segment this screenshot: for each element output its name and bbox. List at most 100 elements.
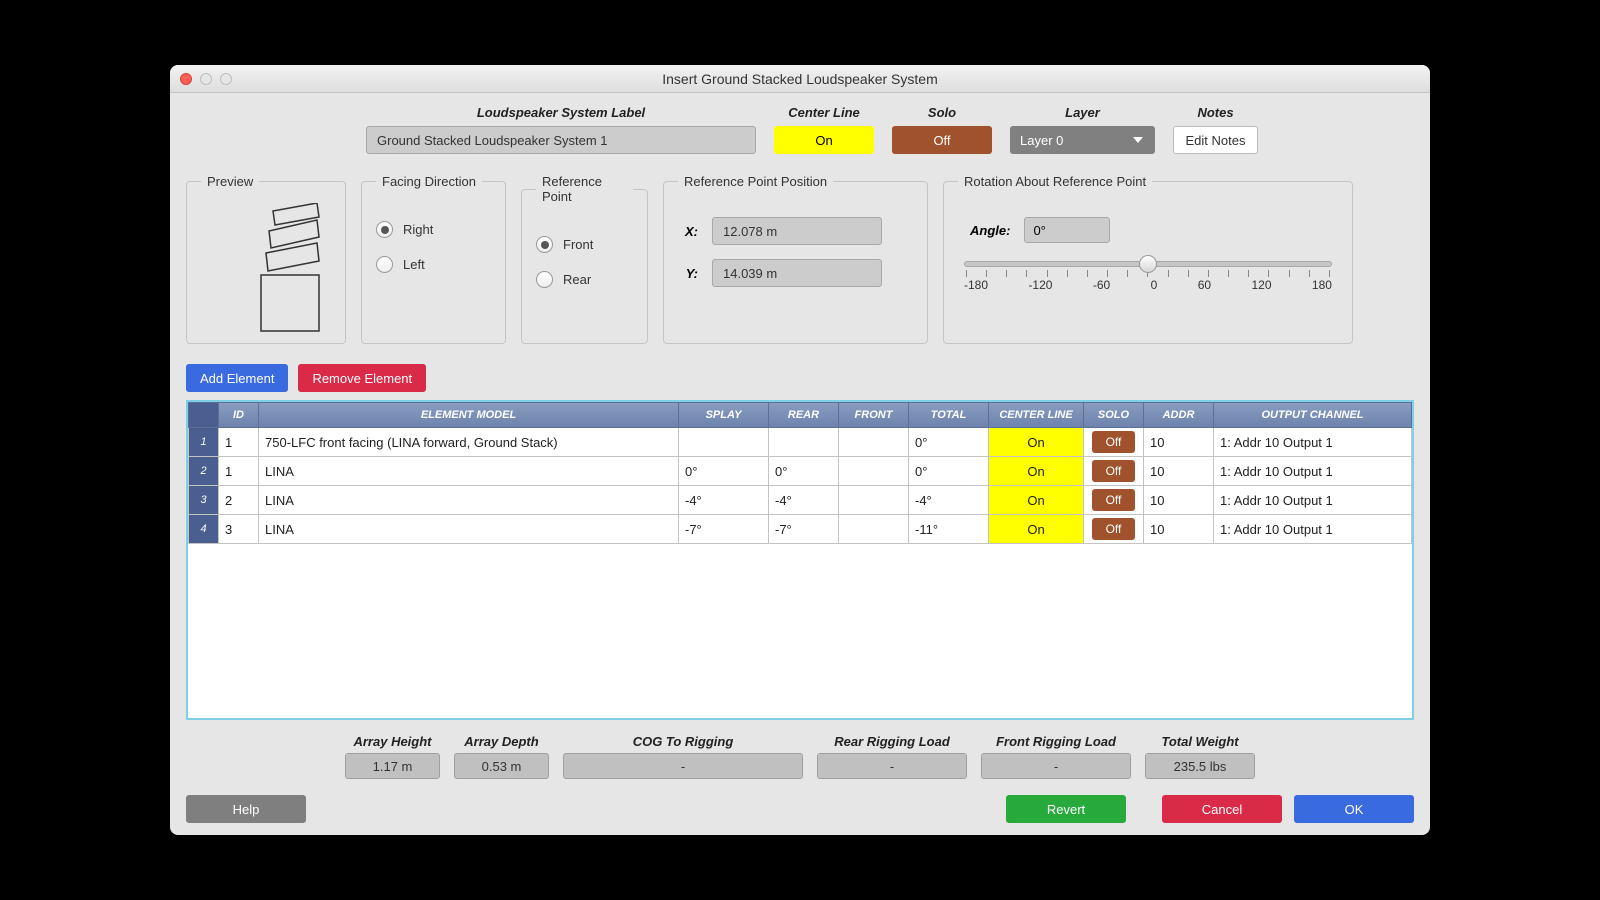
cell-model[interactable]: 750-LFC front facing (LINA forward, Grou…: [259, 428, 679, 457]
col-output[interactable]: OUTPUT CHANNEL: [1214, 403, 1412, 428]
col-front[interactable]: FRONT: [839, 403, 909, 428]
solo-toggle[interactable]: Off: [892, 126, 992, 154]
slider-tick-labels: -180-120-60060120180: [964, 278, 1332, 292]
cell-addr[interactable]: 10: [1144, 457, 1214, 486]
revert-button[interactable]: Revert: [1006, 795, 1126, 823]
remove-element-button[interactable]: Remove Element: [298, 364, 426, 392]
cell-addr[interactable]: 10: [1144, 428, 1214, 457]
array-height-value: 1.17 m: [345, 753, 440, 779]
cell-id[interactable]: 2: [219, 486, 259, 515]
cell-output[interactable]: 1: Addr 10 Output 1: [1214, 486, 1412, 515]
cell-output[interactable]: 1: Addr 10 Output 1: [1214, 457, 1412, 486]
angle-field[interactable]: 0°: [1024, 217, 1110, 243]
help-button[interactable]: Help: [186, 795, 306, 823]
elements-table: ID ELEMENT MODEL SPLAY REAR FRONT TOTAL …: [188, 402, 1412, 544]
table-header-row: ID ELEMENT MODEL SPLAY REAR FRONT TOTAL …: [189, 403, 1412, 428]
cell-model[interactable]: LINA: [259, 486, 679, 515]
centerline-column: Center Line On: [774, 105, 874, 154]
cell-rear[interactable]: [769, 428, 839, 457]
x-field[interactable]: 12.078 m: [712, 217, 882, 245]
facing-left-radio[interactable]: Left: [376, 256, 491, 273]
cell-total[interactable]: -4°: [909, 486, 989, 515]
cell-front[interactable]: [839, 486, 909, 515]
col-solo[interactable]: SOLO: [1084, 403, 1144, 428]
panels-row: Preview Facing Direction: [186, 174, 1414, 344]
preview-graphic: [201, 203, 331, 333]
label-column: Loudspeaker System Label Ground Stacked …: [366, 105, 756, 154]
cell-solo-toggle[interactable]: Off: [1084, 486, 1144, 515]
cell-centerline-toggle[interactable]: On: [989, 515, 1084, 544]
centerline-toggle[interactable]: On: [774, 126, 874, 154]
layer-heading: Layer: [1065, 105, 1100, 120]
cell-addr[interactable]: 10: [1144, 486, 1214, 515]
cell-front[interactable]: [839, 457, 909, 486]
cell-splay[interactable]: -4°: [679, 486, 769, 515]
cell-id[interactable]: 1: [219, 428, 259, 457]
cell-model[interactable]: LINA: [259, 515, 679, 544]
cell-centerline-toggle[interactable]: On: [989, 486, 1084, 515]
facing-panel: Facing Direction Right Left: [361, 174, 506, 344]
cell-rear[interactable]: -4°: [769, 486, 839, 515]
cell-output[interactable]: 1: Addr 10 Output 1: [1214, 428, 1412, 457]
radio-icon: [536, 271, 553, 288]
cell-front[interactable]: [839, 515, 909, 544]
x-label: X:: [678, 224, 698, 239]
refpoint-front-radio[interactable]: Front: [536, 236, 633, 253]
cell-solo-toggle[interactable]: Off: [1084, 457, 1144, 486]
y-field[interactable]: 14.039 m: [712, 259, 882, 287]
ok-button[interactable]: OK: [1294, 795, 1414, 823]
rotation-panel: Rotation About Reference Point Angle: 0°…: [943, 174, 1353, 344]
rotation-legend: Rotation About Reference Point: [958, 174, 1152, 189]
cell-solo-toggle[interactable]: Off: [1084, 515, 1144, 544]
row-number: 3: [189, 486, 219, 515]
cell-model[interactable]: LINA: [259, 457, 679, 486]
rear-load-value: -: [817, 753, 967, 779]
angle-slider[interactable]: -180-120-60060120180: [958, 261, 1338, 292]
col-total[interactable]: TOTAL: [909, 403, 989, 428]
cell-total[interactable]: -11°: [909, 515, 989, 544]
cell-front[interactable]: [839, 428, 909, 457]
cell-rear[interactable]: -7°: [769, 515, 839, 544]
cog-value: -: [563, 753, 803, 779]
col-centerline[interactable]: CENTER LINE: [989, 403, 1084, 428]
cell-id[interactable]: 1: [219, 457, 259, 486]
solo-heading: Solo: [928, 105, 956, 120]
cell-output[interactable]: 1: Addr 10 Output 1: [1214, 515, 1412, 544]
table-row[interactable]: 21LINA0°0°0°OnOff101: Addr 10 Output 1: [189, 457, 1412, 486]
cell-total[interactable]: 0°: [909, 428, 989, 457]
total-weight-value: 235.5 lbs: [1145, 753, 1255, 779]
facing-right-radio[interactable]: Right: [376, 221, 491, 238]
cell-total[interactable]: 0°: [909, 457, 989, 486]
add-element-button[interactable]: Add Element: [186, 364, 288, 392]
edit-notes-button[interactable]: Edit Notes: [1173, 126, 1258, 154]
col-model[interactable]: ELEMENT MODEL: [259, 403, 679, 428]
cancel-button[interactable]: Cancel: [1162, 795, 1282, 823]
table-row[interactable]: 43LINA-7°-7°-11°OnOff101: Addr 10 Output…: [189, 515, 1412, 544]
array-depth-value: 0.53 m: [454, 753, 549, 779]
table-row[interactable]: 11750-LFC front facing (LINA forward, Gr…: [189, 428, 1412, 457]
slider-thumb[interactable]: [1139, 255, 1157, 273]
table-row[interactable]: 32LINA-4°-4°-4°OnOff101: Addr 10 Output …: [189, 486, 1412, 515]
cell-addr[interactable]: 10: [1144, 515, 1214, 544]
cell-solo-toggle[interactable]: Off: [1084, 428, 1144, 457]
layer-select[interactable]: Layer 0: [1010, 126, 1155, 154]
y-label: Y:: [678, 266, 698, 281]
cell-centerline-toggle[interactable]: On: [989, 457, 1084, 486]
col-id[interactable]: ID: [219, 403, 259, 428]
col-splay[interactable]: SPLAY: [679, 403, 769, 428]
cell-splay[interactable]: 0°: [679, 457, 769, 486]
cell-splay[interactable]: [679, 428, 769, 457]
facing-legend: Facing Direction: [376, 174, 482, 189]
element-actions: Add Element Remove Element: [186, 364, 1414, 392]
system-label-field[interactable]: Ground Stacked Loudspeaker System 1: [366, 126, 756, 154]
refpoint-rear-radio[interactable]: Rear: [536, 271, 633, 288]
cell-splay[interactable]: -7°: [679, 515, 769, 544]
refpoint-legend: Reference Point: [536, 174, 633, 204]
cell-id[interactable]: 3: [219, 515, 259, 544]
col-addr[interactable]: ADDR: [1144, 403, 1214, 428]
window-title: Insert Ground Stacked Loudspeaker System: [170, 71, 1430, 87]
cell-centerline-toggle[interactable]: On: [989, 428, 1084, 457]
dialog-content: Loudspeaker System Label Ground Stacked …: [170, 93, 1430, 835]
col-rear[interactable]: REAR: [769, 403, 839, 428]
cell-rear[interactable]: 0°: [769, 457, 839, 486]
